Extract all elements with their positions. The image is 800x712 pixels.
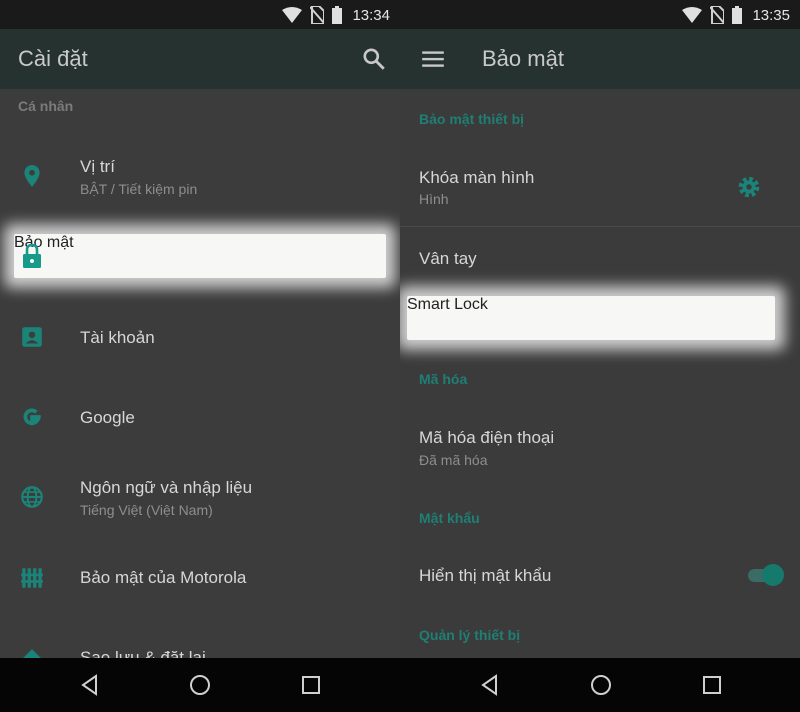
home-icon[interactable] <box>589 673 613 697</box>
item-title: Ngôn ngữ và nhập liệu <box>80 478 253 497</box>
gear-icon[interactable] <box>736 174 762 200</box>
item-title: Smart Lock <box>407 296 488 313</box>
settings-item-accounts[interactable]: Tài khoản <box>0 310 400 364</box>
app-bar: Cài đặt <box>0 29 400 89</box>
item-subtitle: BẬT / Tiết kiệm pin <box>80 181 198 197</box>
recents-icon[interactable] <box>299 673 323 697</box>
settings-item-language[interactable]: Ngôn ngữ và nhập liệu Tiếng Việt (Việt N… <box>0 462 400 534</box>
battery-icon <box>332 6 343 24</box>
security-item-fingerprint[interactable]: Vân tay <box>400 232 800 286</box>
settings-item-google[interactable]: Google <box>0 390 400 444</box>
item-title: Mã hóa điện thoại <box>419 428 555 447</box>
section-header-encryption: Mã hóa <box>419 371 468 387</box>
recents-icon[interactable] <box>700 673 724 697</box>
location-pin-icon <box>24 165 40 187</box>
section-header-device-admin: Quản lý thiết bị <box>419 627 521 643</box>
item-title: Vị trí <box>80 157 115 176</box>
settings-item-security[interactable]: Bảo mật <box>14 234 386 278</box>
section-header-device-security: Bảo mật thiết bị <box>419 111 525 127</box>
section-header-personal: Cá nhân <box>18 98 74 114</box>
account-box-icon <box>22 327 42 347</box>
security-screen: 13:35 Bảo mật Bảo mật thiết bị Khóa màn … <box>400 0 800 658</box>
item-title: Hiển thị mật khẩu <box>419 566 552 585</box>
search-icon[interactable] <box>361 46 387 72</box>
item-title: Google <box>80 408 135 427</box>
battery-icon <box>732 6 743 24</box>
wifi-icon <box>682 7 703 23</box>
toggle-thumb <box>762 564 784 586</box>
status-time: 13:35 <box>752 6 790 24</box>
security-item-show-passwords[interactable]: Hiển thị mật khẩu <box>400 550 800 602</box>
item-title: Vân tay <box>419 249 477 268</box>
page-title: Bảo mật <box>482 46 564 71</box>
item-subtitle: Đã mã hóa <box>419 452 488 468</box>
item-title: Tài khoản <box>80 328 155 347</box>
home-icon[interactable] <box>188 673 212 697</box>
wifi-icon <box>282 7 303 23</box>
item-title: Bảo mật của Motorola <box>80 568 247 587</box>
item-subtitle: Hình <box>419 191 449 207</box>
no-sim-icon <box>710 6 725 24</box>
page-title: Cài đặt <box>18 46 88 71</box>
menu-icon[interactable] <box>420 46 446 72</box>
security-item-screen-lock[interactable]: Khóa màn hình Hình <box>400 150 800 226</box>
globe-icon <box>21 486 43 508</box>
settings-screen: 13:34 Cài đặt Cá nhân Vị trí BẬT / Tiết … <box>0 0 400 658</box>
status-bar: 13:34 <box>0 0 400 29</box>
show-passwords-toggle[interactable] <box>744 563 784 587</box>
status-time: 13:34 <box>352 6 390 24</box>
app-bar: Bảo mật <box>400 29 800 89</box>
settings-item-location[interactable]: Vị trí BẬT / Tiết kiệm pin <box>0 140 400 212</box>
google-icon <box>23 408 41 426</box>
status-bar: 13:35 <box>400 0 800 29</box>
settings-item-backup[interactable]: Sao lưu & đặt lại <box>0 630 400 658</box>
settings-item-motorola-security[interactable]: Bảo mật của Motorola <box>0 550 400 604</box>
security-item-smart-lock[interactable]: Smart Lock <box>407 296 775 340</box>
section-header-passwords: Mật khẩu <box>419 510 480 526</box>
no-sim-icon <box>310 6 325 24</box>
back-icon[interactable] <box>78 673 102 697</box>
backup-icon <box>23 649 41 658</box>
divider <box>400 226 800 227</box>
back-icon[interactable] <box>478 673 502 697</box>
security-item-encrypt-phone[interactable]: Mã hóa điện thoại Đã mã hóa <box>400 412 800 482</box>
navigation-bar <box>0 658 800 712</box>
fence-icon <box>21 568 43 588</box>
item-title: Khóa màn hình <box>419 168 535 187</box>
item-title: Sao lưu & đặt lại <box>80 648 206 658</box>
lock-icon <box>23 243 41 268</box>
item-subtitle: Tiếng Việt (Việt Nam) <box>80 502 213 518</box>
